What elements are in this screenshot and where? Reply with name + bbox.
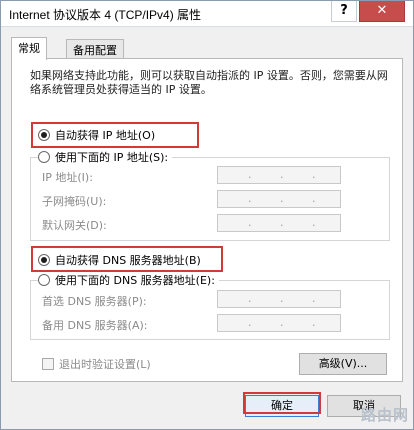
validate-on-exit-label: 退出时验证设置(L) (59, 358, 151, 371)
subnet-mask-label: 子网掩码(U): (42, 195, 107, 208)
default-gateway-label: 默认网关(D): (42, 219, 107, 232)
validate-on-exit-checkbox[interactable] (42, 358, 54, 370)
preferred-dns-field[interactable]: ... (217, 290, 341, 308)
manual-dns-option[interactable]: 使用下面的 DNS 服务器地址(E): (38, 272, 219, 288)
manual-ip-radio[interactable] (38, 151, 50, 163)
watermark: 路由网 (361, 406, 410, 424)
tab-alternate-config[interactable]: 备用配置 (66, 39, 124, 59)
title-bar: Internet 协议版本 4 (TCP/IPv4) 属性 ? ✕ (1, 1, 413, 27)
auto-dns-highlight (31, 246, 223, 272)
ok-highlight (243, 392, 321, 414)
help-icon[interactable]: ? (331, 1, 357, 22)
default-gateway-field[interactable]: ... (217, 214, 341, 232)
tcpip-properties-dialog: Internet 协议版本 4 (TCP/IPv4) 属性 ? ✕ 常规 备用配… (0, 0, 414, 430)
advanced-button[interactable]: 高级(V)... (299, 353, 387, 375)
window-title: Internet 协议版本 4 (TCP/IPv4) 属性 (9, 8, 202, 22)
general-panel: 如果网络支持此功能，则可以获取自动指派的 IP 设置。否则，您需要从网络系统管理… (11, 58, 403, 382)
preferred-dns-label: 首选 DNS 服务器(P): (42, 295, 147, 308)
ip-address-field[interactable]: ... (217, 166, 341, 184)
validate-on-exit-option[interactable]: 退出时验证设置(L) (42, 356, 151, 372)
alternate-dns-label: 备用 DNS 服务器(A): (42, 319, 148, 332)
manual-dns-radio[interactable] (38, 274, 50, 286)
manual-ip-label: 使用下面的 IP 地址(S): (55, 151, 169, 164)
tab-general[interactable]: 常规 (11, 37, 47, 60)
description-text: 如果网络支持此功能，则可以获取自动指派的 IP 设置。否则，您需要从网络系统管理… (30, 69, 388, 96)
alternate-dns-field[interactable]: ... (217, 314, 341, 332)
manual-dns-label: 使用下面的 DNS 服务器地址(E): (55, 274, 215, 287)
ip-address-label: IP 地址(I): (42, 171, 93, 184)
subnet-mask-field[interactable]: ... (217, 190, 341, 208)
auto-ip-highlight (31, 122, 199, 148)
close-icon[interactable]: ✕ (359, 1, 405, 22)
manual-ip-option[interactable]: 使用下面的 IP 地址(S): (38, 149, 173, 165)
